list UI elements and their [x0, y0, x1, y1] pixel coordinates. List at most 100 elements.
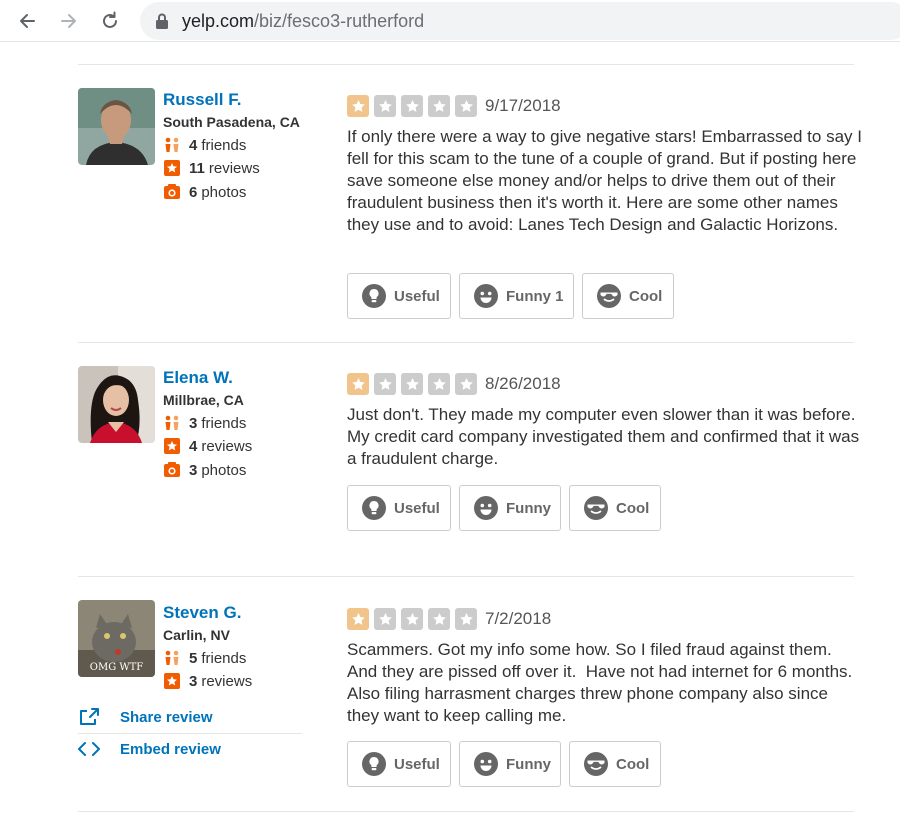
- friends-number: 5: [189, 649, 198, 667]
- useful-button[interactable]: Useful: [347, 741, 451, 787]
- funny-button[interactable]: Funny: [459, 485, 561, 531]
- back-button[interactable]: [14, 8, 40, 34]
- embed-review-link[interactable]: Embed review: [78, 733, 302, 765]
- review-star-icon: [163, 672, 181, 690]
- cool-button[interactable]: Cool: [569, 485, 661, 531]
- photos-count: 3 photos: [163, 460, 246, 480]
- useful-button[interactable]: Useful: [347, 485, 451, 531]
- avatar[interactable]: [78, 88, 155, 165]
- useful-label: Useful: [394, 755, 440, 773]
- useful-label: Useful: [394, 499, 440, 517]
- photos-number: 3: [189, 461, 198, 479]
- user-name[interactable]: Steven G.: [163, 603, 241, 623]
- cool-face-icon: [597, 284, 621, 308]
- reload-icon: [103, 11, 117, 28]
- avatar-caption: OMG WTF: [90, 662, 144, 673]
- funny-label: Funny: [506, 499, 551, 517]
- cool-label: Cool: [616, 755, 650, 773]
- camera-icon: [163, 183, 181, 201]
- star-rating: [347, 95, 482, 117]
- cool-button[interactable]: Cool: [569, 741, 661, 787]
- share-review-link[interactable]: Share review: [78, 701, 302, 733]
- star-icon: [455, 95, 477, 117]
- funny-label: Funny: [506, 755, 551, 773]
- reviews-number: 4: [189, 437, 198, 455]
- review-divider: [78, 576, 854, 577]
- star-rating: [347, 608, 482, 630]
- funny-label: Funny 1: [506, 287, 564, 305]
- reload-button[interactable]: [97, 8, 123, 34]
- friends-label: friends: [201, 414, 247, 432]
- funny-face-icon: [474, 752, 498, 776]
- address-bar[interactable]: yelp.com/biz/fesco3-rutherford: [140, 2, 900, 40]
- reviews-count: 4 reviews: [163, 436, 252, 456]
- funny-button[interactable]: Funny: [459, 741, 561, 787]
- star-icon: [374, 95, 396, 117]
- friends-number: 3: [189, 414, 198, 432]
- star-icon: [428, 373, 450, 395]
- funny-button[interactable]: Funny 1: [459, 273, 574, 319]
- funny-face-icon: [474, 496, 498, 520]
- lightbulb-icon: [362, 284, 386, 308]
- useful-button[interactable]: Useful: [347, 273, 451, 319]
- friends-count: 4 friends: [163, 135, 246, 155]
- back-arrow-icon: [20, 14, 35, 28]
- share-icon: [78, 707, 100, 727]
- reviews-count: 11 reviews: [163, 158, 260, 178]
- cool-face-icon: [584, 752, 608, 776]
- review-divider: [78, 342, 854, 343]
- review-divider: [78, 64, 854, 65]
- photos-label: photos: [201, 461, 247, 479]
- star-icon: [401, 373, 423, 395]
- star-icon: [347, 608, 369, 630]
- browser-toolbar: yelp.com/biz/fesco3-rutherford: [0, 0, 900, 42]
- friends-number: 4: [189, 136, 198, 154]
- reviews-number: 11: [189, 159, 205, 177]
- star-icon: [347, 95, 369, 117]
- review-date: 8/26/2018: [485, 374, 561, 393]
- star-icon: [428, 95, 450, 117]
- star-icon: [455, 608, 477, 630]
- user-photo: OMG WTF: [78, 600, 155, 677]
- cool-label: Cool: [629, 287, 663, 305]
- share-review-label: Share review: [120, 708, 213, 726]
- avatar[interactable]: OMG WTF: [78, 600, 155, 677]
- friends-icon: [163, 649, 181, 667]
- photos-label: photos: [201, 183, 247, 201]
- avatar[interactable]: [78, 366, 155, 443]
- lightbulb-icon: [362, 496, 386, 520]
- star-icon: [374, 373, 396, 395]
- friends-icon: [163, 136, 181, 154]
- star-icon: [347, 373, 369, 395]
- star-icon: [374, 608, 396, 630]
- star-icon: [455, 373, 477, 395]
- review-date: 7/2/2018: [485, 609, 552, 628]
- funny-face-icon: [474, 284, 498, 308]
- user-name[interactable]: Russell F.: [163, 90, 241, 110]
- cool-label: Cool: [616, 499, 650, 517]
- review-star-icon: [163, 159, 181, 177]
- lightbulb-icon: [362, 752, 386, 776]
- friends-icon: [163, 414, 181, 432]
- friends-label: friends: [201, 649, 247, 667]
- reviews-number: 3: [189, 672, 198, 690]
- cool-button[interactable]: Cool: [582, 273, 674, 319]
- friends-count: 5 friends: [163, 648, 246, 668]
- reviews-label: reviews: [201, 672, 253, 690]
- reviews-count: 3 reviews: [163, 671, 252, 691]
- user-location: Carlin, NV: [163, 627, 230, 643]
- review-text: If only there were a way to give negativ…: [347, 127, 862, 234]
- star-icon: [401, 608, 423, 630]
- user-photo: [78, 88, 155, 165]
- review-date: 9/17/2018: [485, 96, 561, 115]
- user-name[interactable]: Elena W.: [163, 368, 233, 388]
- forward-button[interactable]: [56, 8, 82, 34]
- star-icon: [401, 95, 423, 117]
- camera-icon: [163, 461, 181, 479]
- review-divider: [78, 811, 854, 812]
- review-star-icon: [163, 437, 181, 455]
- user-location: South Pasadena, CA: [163, 114, 300, 130]
- reviews-label: reviews: [201, 437, 253, 455]
- photos-number: 6: [189, 183, 198, 201]
- useful-label: Useful: [394, 287, 440, 305]
